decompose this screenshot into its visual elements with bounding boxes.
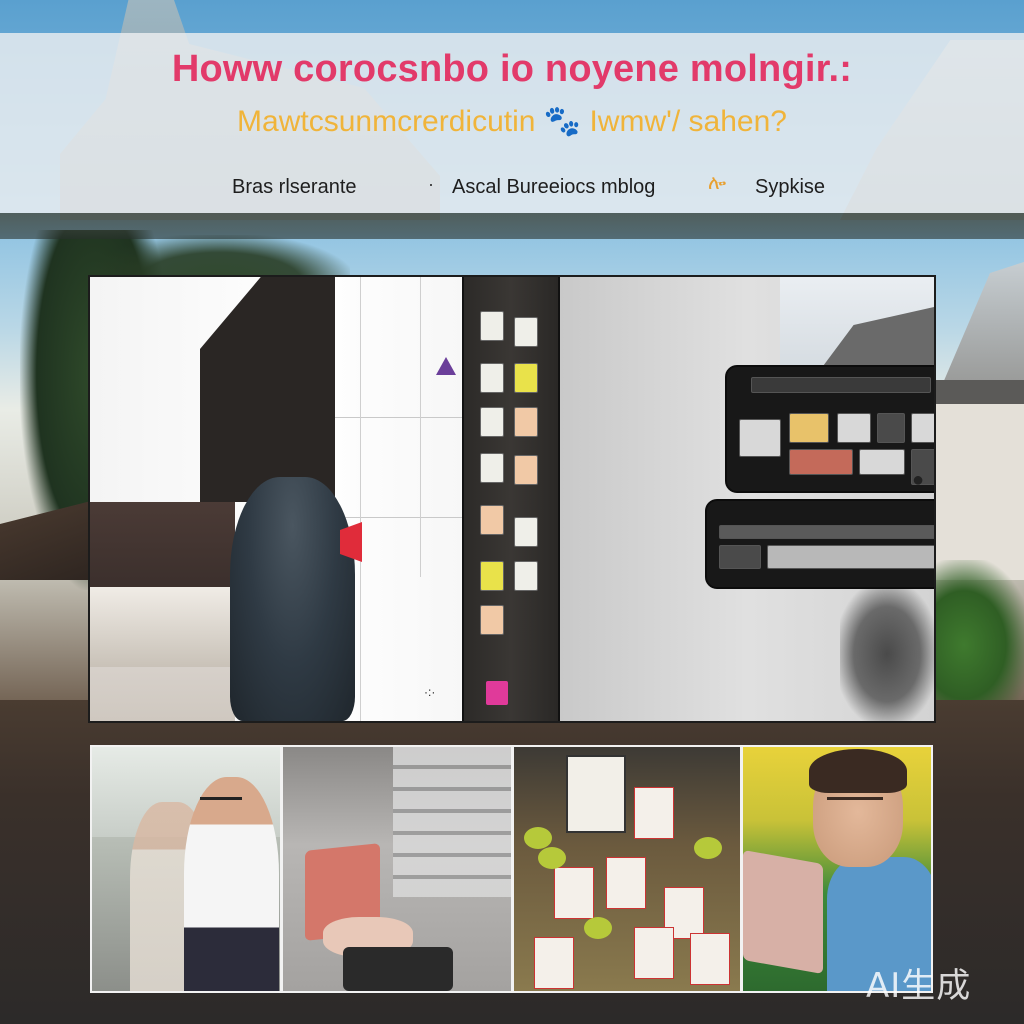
strip-card [514,363,538,393]
sparkle-icon: ሎ [708,172,727,194]
screen-tile [739,419,781,457]
card-strip [462,277,560,721]
nav-link-right[interactable]: Sypkise [755,176,825,199]
hair [809,749,907,793]
screen-tile [911,413,934,443]
strip-card [514,455,538,485]
roof-right [940,260,1024,390]
flyer [634,927,674,979]
purple-triangle-icon [436,357,456,375]
screen-header-bar [751,377,931,393]
leaf [538,847,566,869]
screen-card-top [725,365,934,493]
screen-tile [719,545,761,569]
screen-tile [767,545,934,569]
desk-papers [90,587,235,667]
collage-left-scene: ·:· [90,277,462,721]
flyer [606,857,646,909]
house-silhouette [200,277,335,502]
photo-flyers-stall [512,745,742,993]
screen-tile [859,449,905,475]
photo-man-laptop [741,745,933,993]
grid-line [335,517,462,518]
standing-figure [230,477,355,721]
grid-line [420,277,421,577]
leaf [694,837,722,859]
nav-link-left[interactable]: Bras rlserante [232,176,357,199]
photo-laptop-hands [281,745,513,993]
flyer [554,867,594,919]
strip-card [514,407,538,437]
leaf [524,827,552,849]
strip-card [480,453,504,483]
screen-tile [789,413,829,443]
subheadline: Mawtcsunmcrerdicutin 🐾 Iwmw'/ sahen? [237,105,787,138]
header-band [0,213,1024,239]
nav-row: Bras rlserante · Ascal Bureeiocs mblog ሎ… [0,172,1024,202]
strip-card [480,311,504,341]
strip-card [486,681,508,705]
headline: Howw corocsnbo io noyene molngir.: [171,48,853,90]
screen-tile [837,413,871,443]
nav-link-middle[interactable]: Ascal Bureeiocs mblog [452,176,655,199]
grid-line [360,277,361,721]
strip-card [514,317,538,347]
roof-left [0,500,95,580]
strip-card [480,407,504,437]
dots-icon: ·:· [424,685,436,699]
ai-watermark: AI生成 [866,966,972,1006]
strip-card [480,363,504,393]
strip-card [480,561,504,591]
strip-card [480,505,504,535]
leaf [584,917,612,939]
photo-people-reading [90,745,282,993]
building-right [935,380,1024,580]
strip-card [514,561,538,591]
screen-tile [877,413,905,443]
laptop-icon [743,849,823,975]
screen-tile [719,525,934,539]
flyer [534,937,574,989]
dot-icon: ● [912,469,925,491]
flyer [634,787,674,839]
stall-sign [566,755,626,833]
glasses-icon [200,797,242,805]
screen-card-bottom [705,499,934,589]
glasses-icon [827,797,883,807]
person-right [184,777,279,991]
tree-silhouette [840,587,934,721]
strip-card [514,517,538,547]
flyer [690,933,730,985]
collage-panel: ·:· ● [88,275,936,723]
screen-tile [789,449,853,475]
strip-card [480,605,504,635]
keyboard-icon [343,947,453,991]
nav-separator: · [428,174,434,194]
collage-right-scene: ● [560,277,934,721]
shelf [393,747,511,897]
grid-line [335,417,462,418]
